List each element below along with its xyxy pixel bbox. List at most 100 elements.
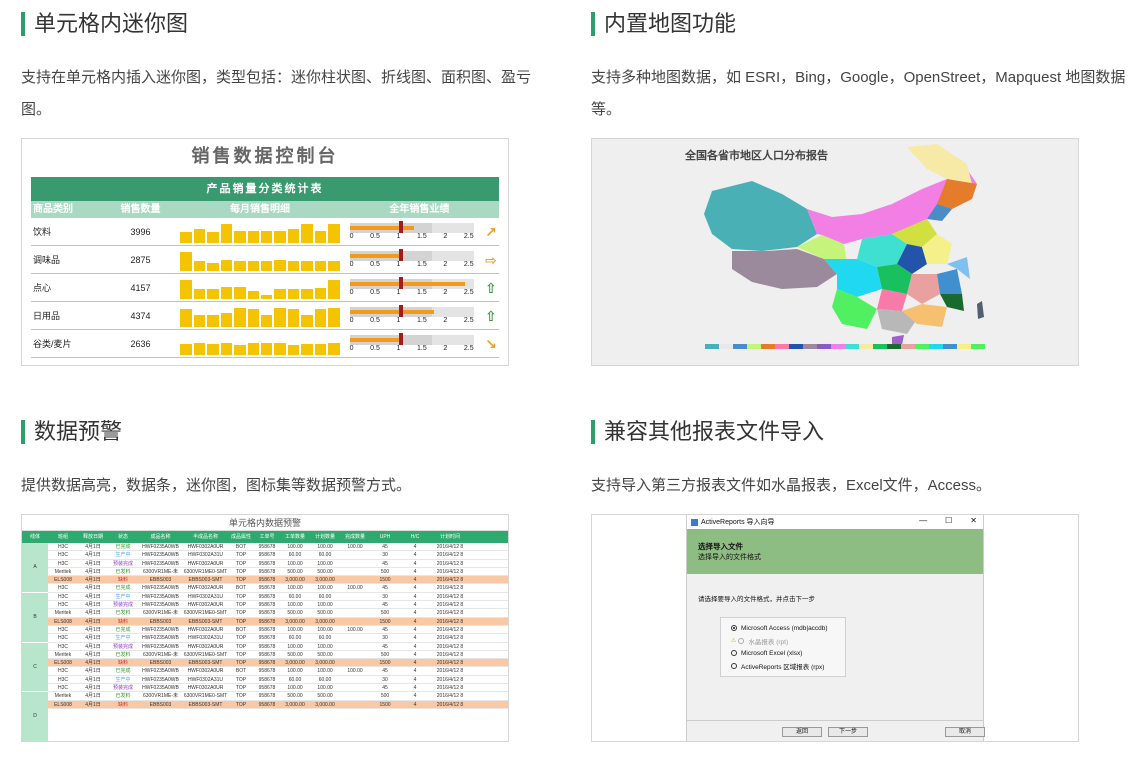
option-rpx[interactable]: ActiveReports 区域报表 (rpx)	[731, 660, 845, 673]
option-excel[interactable]: Microsoft Excel (xlsx)	[731, 647, 845, 660]
section-title: 单元格内迷你图	[21, 12, 561, 36]
sparkline-bar	[180, 251, 192, 271]
section-map: 内置地图功能 支持多种地图数据，如 ESRI，Bing，Google，OpenS…	[591, 12, 1131, 126]
back-button[interactable]: 返回	[782, 727, 822, 737]
sparkline-bar	[180, 343, 192, 355]
table-cell: TOP	[235, 560, 247, 567]
sparkline-bar	[234, 344, 246, 355]
table-cell: 4	[413, 568, 417, 575]
table-cell: 100.00	[317, 585, 333, 592]
table-cell: 30	[382, 635, 388, 642]
table-cell: H3C	[57, 585, 68, 592]
table-cell: 4月1日	[85, 610, 101, 617]
table-cell: 60.00	[288, 593, 302, 600]
tick-label: 1	[396, 232, 401, 240]
dashboard-row: 调味品 2875 0 0.5 1 1.5 2 2.5 ⇨	[31, 246, 499, 274]
table-cell: 2016/4/12 8	[436, 577, 464, 584]
table-cell: H3C	[57, 635, 68, 642]
row-quantity: 4157	[130, 282, 151, 293]
table-cell: 缺料	[117, 618, 128, 625]
option-crystal[interactable]: ⚠ 水晶报表 (rpt)	[731, 635, 845, 648]
table-cell: 100.00	[347, 544, 363, 550]
option-access[interactable]: Microsoft Access (mdb|accdb)	[731, 622, 845, 635]
table-cell: HWF0235A0WB	[142, 560, 179, 567]
row-category: 饮料	[33, 227, 52, 237]
table-cell: 2016/4/12 8	[436, 685, 464, 692]
table-cell: 958678	[258, 660, 276, 667]
close-icon[interactable]: ✕	[970, 516, 977, 525]
bullet-target	[399, 248, 404, 261]
table-row: H3C 4月1日 预装完成 HWF0235A0WB HWF0302A0UR TOP 9586…	[48, 643, 508, 651]
table-cell: 60.00	[318, 635, 332, 642]
sparkline-bar	[314, 308, 327, 327]
sparkline-bar	[234, 286, 246, 299]
table-row: H3C 4月1日 生产中 HWF0235A0WB HWF0302A31U TOP 95867…	[48, 593, 508, 602]
import-wizard-dialog: ActiveReports 导入向导 — ☐ ✕ 选择导入文件 选择导入的文件格…	[686, 515, 985, 741]
table-cell: 500.00	[287, 651, 303, 658]
table-cell: 500.00	[317, 610, 333, 617]
table-cell: HWF0235A0WB	[142, 635, 179, 642]
table-cell: 958678	[258, 610, 276, 617]
table-cell: 6300VR1ME-未	[142, 651, 178, 658]
sparkline-bar	[301, 288, 313, 299]
table-cell: 2016/4/12 8	[436, 676, 464, 683]
table-cell: 3,000.00	[285, 577, 305, 584]
maximize-icon[interactable]: ☐	[945, 516, 952, 525]
sparkline-bar	[274, 307, 286, 327]
table-cell: 100.00	[287, 560, 303, 567]
warning-table-groups: ABCD	[22, 543, 48, 741]
table-cell: 100.00	[317, 668, 333, 675]
column-header: 状态	[117, 534, 128, 540]
sparkline-bar	[260, 342, 273, 355]
table-cell: H3C	[57, 626, 68, 633]
table-cell: 1500	[379, 618, 391, 625]
row-quantity: 4374	[130, 310, 151, 321]
tick-label: 1.5	[417, 344, 427, 352]
sparkline-bar	[274, 288, 286, 299]
table-cell: H3C	[57, 560, 68, 567]
sparkline-bar	[220, 223, 233, 243]
tick-label: 0	[349, 344, 354, 352]
table-cell: HWF0302A31U	[187, 552, 223, 559]
tick-label: 0.5	[370, 232, 380, 240]
cancel-button[interactable]: 取消	[945, 727, 985, 737]
sparkline-bar	[234, 260, 246, 271]
sparkline-bar	[193, 288, 206, 299]
next-button[interactable]: 下一步	[828, 727, 868, 737]
table-cell: HWF0302A31U	[187, 593, 223, 600]
tick-label: 2.5	[463, 288, 474, 296]
table-cell: 500	[380, 693, 390, 700]
sparkline-bar	[260, 260, 273, 271]
table-cell: 500	[380, 610, 390, 617]
table-cell: EBBS003-SMT	[188, 618, 223, 625]
table-cell: 4月1日	[85, 560, 101, 567]
dashboard-table-title: 产品销量分类统计表	[31, 177, 499, 201]
column-header: 商品类别	[33, 204, 73, 215]
minimize-icon[interactable]: —	[919, 516, 927, 525]
table-cell: 4	[413, 701, 417, 708]
table-row: Meritek 4月1日 已发料 6300VR1ME-未 6300VR1ME0-SMT T…	[48, 609, 508, 618]
table-cell: 45	[382, 668, 388, 675]
column-header: 线体	[29, 534, 40, 540]
table-cell: 2016/4/12 8	[436, 544, 464, 550]
sparkline-bar	[180, 308, 192, 327]
bullet-chart: 0 0.5 1 1.5 2 2.5	[349, 332, 474, 355]
table-cell: 4月1日	[85, 676, 101, 683]
tick-label: 1.5	[417, 260, 427, 268]
table-row: ELS008 4月1日 缺料 EBBS003 EBBS003-SMT TOP 958678 3…	[48, 700, 508, 709]
table-cell: 生产中	[115, 635, 131, 642]
table-cell: 100.00	[347, 668, 363, 675]
dashboard-row: 谷类/麦片 2636 0 0.5 1 1.5 2 2.5 ↘	[31, 330, 499, 358]
table-cell: 缺料	[117, 701, 128, 708]
table-row: H3C 4月1日 预装完成 HWF0235A0WB HWF0302A0UR TOP 9586…	[48, 684, 508, 693]
table-cell	[340, 651, 370, 658]
table-cell: 4月1日	[85, 651, 101, 658]
table-cell: 2016/4/12 8	[436, 593, 464, 600]
table-cell: H3C	[57, 544, 68, 550]
column-header: 完成数量	[344, 534, 365, 540]
table-cell: 958678	[258, 602, 276, 609]
sparkline-bar	[287, 260, 300, 271]
table-row: Meritek 4月1日 已发料 6300VR1ME-未 6300VR1ME0-SMT T…	[48, 651, 508, 660]
table-cell: 2016/4/12 8	[436, 668, 464, 675]
table-cell: 100.00	[287, 585, 303, 592]
